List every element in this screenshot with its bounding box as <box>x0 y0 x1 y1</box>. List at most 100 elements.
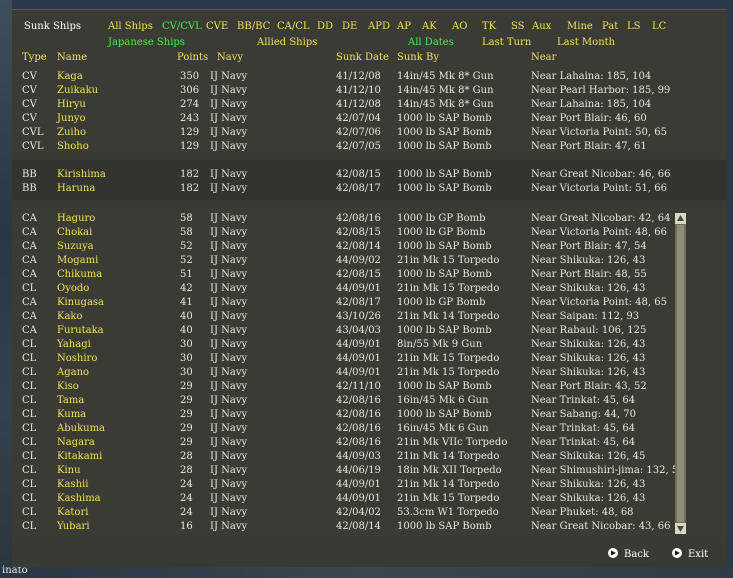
table-row[interactable]: CL Katori 24 IJ Navy 42/04/02 53.3cm W1 Torpe… <box>12 506 662 520</box>
cell-near: Near Trinkat: 45, 64 <box>531 423 636 434</box>
filter-ls[interactable]: LS <box>627 21 641 32</box>
column-header-sunk-by[interactable]: Sunk By <box>397 52 439 63</box>
cell-type: CL <box>22 367 37 378</box>
column-header-near[interactable]: Near <box>531 52 556 63</box>
column-header-type[interactable]: Type <box>22 52 47 63</box>
column-header-name[interactable]: Name <box>57 52 87 63</box>
table-row[interactable]: CL Oyodo 42 IJ Navy 44/09/01 21in Mk 15 Torpe… <box>12 282 662 296</box>
cell-name: Junyo <box>57 113 86 124</box>
table-row[interactable]: CL Nagara 29 IJ Navy 42/08/16 21in Mk VIIc To… <box>12 436 662 450</box>
table-row[interactable]: CA Mogami 52 IJ Navy 44/09/02 21in Mk 15 Torp… <box>12 254 662 268</box>
back-button[interactable]: Back <box>608 548 649 560</box>
cell-navy: IJ Navy <box>210 227 248 238</box>
table-row[interactable]: CL Kiso 29 IJ Navy 42/11/10 1000 lb SAP Bomb N… <box>12 380 662 394</box>
filter-de[interactable]: DE <box>342 21 357 32</box>
filter-allied-ships[interactable]: Allied Ships <box>257 37 317 48</box>
table-row[interactable]: CA Kinugasa 41 IJ Navy 42/08/17 1000 lb GP Bo… <box>12 296 667 310</box>
table-row[interactable]: CA Chikuma 51 IJ Navy 42/08/15 1000 lb SAP Bo… <box>12 268 662 282</box>
cell-navy: IJ Navy <box>210 339 248 350</box>
table-row[interactable]: CV Kaga 350 IJ Navy 41/12/08 14in/45 Mk 8* Gu… <box>12 70 662 84</box>
cell-by: 1000 lb GP Bomb <box>397 297 486 308</box>
filter-ss[interactable]: SS <box>511 21 525 32</box>
column-header-sunk-date[interactable]: Sunk Date <box>336 52 389 63</box>
cell-navy: IJ Navy <box>210 437 248 448</box>
cell-type: CL <box>22 493 37 504</box>
cell-name: Kiso <box>57 381 79 392</box>
filter-apd[interactable]: APD <box>368 21 390 32</box>
scrollbar[interactable] <box>675 213 686 534</box>
cell-by: 1000 lb SAP Bomb <box>397 127 492 138</box>
filter-last-turn[interactable]: Last Turn <box>482 37 531 48</box>
filter-ca-cl[interactable]: CA/CL <box>277 21 310 32</box>
filter-cv-cvl[interactable]: CV/CVL <box>162 21 202 32</box>
exit-button[interactable]: Exit <box>672 548 708 560</box>
cell-type: CL <box>22 395 37 406</box>
table-row[interactable]: CA Haguro 58 IJ Navy 42/08/16 1000 lb GP Bomb… <box>12 212 671 226</box>
filter-ak[interactable]: AK <box>422 21 437 32</box>
filter-pat[interactable]: Pat <box>602 21 618 32</box>
cell-name: Agano <box>57 367 90 378</box>
filter-all-dates[interactable]: All Dates <box>408 37 454 48</box>
table-row[interactable]: CL Kinu 28 IJ Navy 44/06/19 18in Mk XII Torpe… <box>12 464 685 478</box>
cell-near: Near Shikuka: 126, 45 <box>531 451 646 462</box>
filter-cve[interactable]: CVE <box>206 21 228 32</box>
cell-points: 51 <box>180 269 193 280</box>
table-row[interactable]: CL Agano 30 IJ Navy 44/09/01 21in Mk 15 Torpe… <box>12 366 662 380</box>
cell-by: 14in/45 Mk 8* Gun <box>397 99 494 110</box>
cell-date: 42/08/16 <box>336 437 381 448</box>
filter-tk[interactable]: TK <box>482 21 496 32</box>
filter-lc[interactable]: LC <box>652 21 666 32</box>
exit-label: Exit <box>688 549 709 560</box>
cell-points: 58 <box>180 227 193 238</box>
filter-all-ships[interactable]: All Ships <box>108 21 153 32</box>
table-row[interactable]: CL Kuma 29 IJ Navy 42/08/16 1000 lb SAP Bomb N… <box>12 408 662 422</box>
cell-navy: IJ Navy <box>210 367 248 378</box>
table-row[interactable]: CL Noshiro 30 IJ Navy 44/09/01 21in Mk 15 Tor… <box>12 352 662 366</box>
table-row[interactable]: CVL Shoho 129 IJ Navy 42/07/05 1000 lb SAP Bo… <box>12 140 662 154</box>
table-row[interactable]: CL Kitakami 28 IJ Navy 44/09/03 21in Mk 14 To… <box>12 450 662 464</box>
table-row[interactable]: CL Yahagi 30 IJ Navy 44/09/01 8in/55 Mk 9 Gun… <box>12 338 662 352</box>
table-row[interactable]: CL Yubari 16 IJ Navy 42/08/14 1000 lb SAP Bom… <box>12 520 671 534</box>
cell-by: 1000 lb SAP Bomb <box>397 325 492 336</box>
table-row[interactable]: CV Hiryu 274 IJ Navy 41/12/08 14in/45 Mk 8* G… <box>12 98 662 112</box>
filter-ap[interactable]: AP <box>397 21 411 32</box>
table-row[interactable]: CL Abukuma 29 IJ Navy 42/08/16 16in/45 Mk 6 G… <box>12 422 662 436</box>
cell-date: 42/11/10 <box>336 381 381 392</box>
column-header-navy[interactable]: Navy <box>217 52 243 63</box>
sunk-ships-panel: Sunk Ships All Ships CV/CVL CVE BB/BC CA/CL DD… <box>12 9 727 567</box>
table-row[interactable]: CL Kashii 24 IJ Navy 44/09/01 21in Mk 14 Torp… <box>12 478 662 492</box>
filter-last-month[interactable]: Last Month <box>557 37 615 48</box>
cell-by: 21in Mk 15 Torpedo <box>397 283 500 294</box>
cell-near: Near Great Nicobar: 46, 66 <box>531 169 671 180</box>
scroll-up-button[interactable] <box>675 213 686 224</box>
cell-near: Near Port Blair: 47, 54 <box>531 241 647 252</box>
table-row[interactable]: BB Haruna 182 IJ Navy 42/08/17 1000 lb SAP Bo… <box>12 182 667 196</box>
cell-navy: IJ Navy <box>210 423 248 434</box>
cell-date: 42/07/04 <box>336 113 381 124</box>
cell-points: 52 <box>180 255 193 266</box>
table-row[interactable]: CA Suzuya 52 IJ Navy 42/08/14 1000 lb SAP Bom… <box>12 240 662 254</box>
column-header-points[interactable]: Points <box>177 52 208 63</box>
cell-navy: IJ Navy <box>210 113 248 124</box>
table-row[interactable]: CV Junyo 243 IJ Navy 42/07/04 1000 lb SAP Bom… <box>12 112 662 126</box>
cell-points: 182 <box>180 183 200 194</box>
table-row[interactable]: CA Kako 40 IJ Navy 43/10/26 21in Mk 14 Torped… <box>12 310 662 324</box>
table-row[interactable]: CL Kashima 24 IJ Navy 44/09/01 21in Mk 15 Tor… <box>12 492 662 506</box>
table-row[interactable]: CV Zuikaku 306 IJ Navy 41/12/10 14in/45 Mk 8*… <box>12 84 670 98</box>
scroll-track[interactable] <box>677 225 684 522</box>
scroll-down-button[interactable] <box>675 523 686 534</box>
filter-mine[interactable]: Mine <box>567 21 593 32</box>
table-row[interactable]: BB Kirishima 182 IJ Navy 42/08/15 1000 lb SAP… <box>12 168 671 182</box>
filter-japanese-ships[interactable]: Japanese Ships <box>108 37 185 48</box>
table-row[interactable]: CA Chokai 58 IJ Navy 42/08/15 1000 lb GP Bomb… <box>12 226 667 240</box>
table-row[interactable]: CL Tama 29 IJ Navy 42/08/16 16in/45 Mk 6 Gun N… <box>12 394 662 408</box>
filter-ao[interactable]: AO <box>452 21 467 32</box>
cell-name: Kaga <box>57 71 83 82</box>
filter-dd[interactable]: DD <box>317 21 333 32</box>
filter-bb-bc[interactable]: BB/BC <box>237 21 270 32</box>
cell-points: 306 <box>180 85 200 96</box>
filter-aux[interactable]: Aux <box>532 21 551 32</box>
table-row[interactable]: CVL Zuiho 129 IJ Navy 42/07/06 1000 lb SAP Bo… <box>12 126 667 140</box>
cell-navy: IJ Navy <box>210 353 248 364</box>
table-row[interactable]: CA Furutaka 40 IJ Navy 43/04/03 1000 lb SAP B… <box>12 324 662 338</box>
